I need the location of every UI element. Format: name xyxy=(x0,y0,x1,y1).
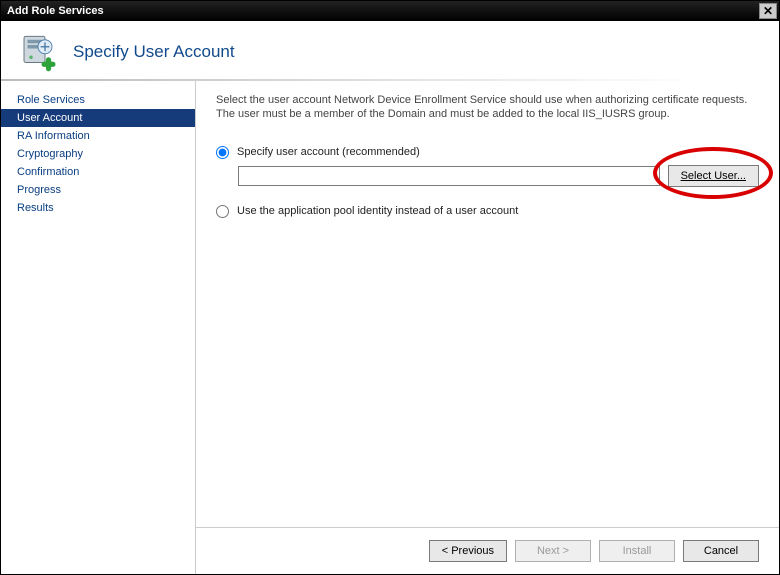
sidebar-item-label: Progress xyxy=(17,184,61,196)
wizard-steps-sidebar: Role Services User Account RA Informatio… xyxy=(1,81,195,574)
titlebar: Add Role Services ✕ xyxy=(1,1,779,21)
content-area: Select the user account Network Device E… xyxy=(196,81,779,527)
install-button: Install xyxy=(599,540,675,562)
sidebar-item-user-account[interactable]: User Account xyxy=(1,109,195,127)
next-button: Next > xyxy=(515,540,591,562)
wizard-body: Role Services User Account RA Informatio… xyxy=(1,81,779,574)
close-icon: ✕ xyxy=(763,5,773,17)
radio-app-pool-label: Use the application pool identity instea… xyxy=(237,205,518,217)
close-button[interactable]: ✕ xyxy=(759,3,777,19)
wizard-header: Specify User Account xyxy=(1,21,779,79)
sidebar-item-confirmation[interactable]: Confirmation xyxy=(1,163,195,181)
option-specify-user[interactable]: Specify user account (recommended) xyxy=(216,146,759,159)
cancel-button[interactable]: Cancel xyxy=(683,540,759,562)
description-text: Select the user account Network Device E… xyxy=(216,93,759,122)
sidebar-item-label: RA Information xyxy=(17,130,90,142)
sidebar-item-label: Confirmation xyxy=(17,166,79,178)
sidebar-item-role-services[interactable]: Role Services xyxy=(1,91,195,109)
sidebar-item-cryptography[interactable]: Cryptography xyxy=(1,145,195,163)
select-user-button[interactable]: Select User... xyxy=(668,165,759,187)
selected-user-input[interactable] xyxy=(238,166,660,186)
sidebar-item-label: Role Services xyxy=(17,94,85,106)
wizard-main: Select the user account Network Device E… xyxy=(195,81,779,574)
wizard-footer: < Previous Next > Install Cancel xyxy=(196,527,779,574)
sidebar-item-progress[interactable]: Progress xyxy=(1,181,195,199)
sidebar-item-ra-information[interactable]: RA Information xyxy=(1,127,195,145)
sidebar-item-label: Results xyxy=(17,202,54,214)
previous-button[interactable]: < Previous xyxy=(429,540,507,562)
user-selection-row: Select User... xyxy=(238,165,759,187)
radio-app-pool[interactable] xyxy=(216,205,229,218)
radio-specify-user[interactable] xyxy=(216,146,229,159)
page-title: Specify User Account xyxy=(73,42,235,62)
server-plus-icon xyxy=(17,31,59,73)
add-role-services-window: Add Role Services ✕ Specify User Account… xyxy=(0,0,780,575)
radio-specify-user-label: Specify user account (recommended) xyxy=(237,146,420,158)
window-title: Add Role Services xyxy=(7,5,104,17)
sidebar-item-label: User Account xyxy=(17,112,82,124)
option-app-pool-identity[interactable]: Use the application pool identity instea… xyxy=(216,205,759,218)
sidebar-item-results[interactable]: Results xyxy=(1,199,195,217)
sidebar-item-label: Cryptography xyxy=(17,148,83,160)
